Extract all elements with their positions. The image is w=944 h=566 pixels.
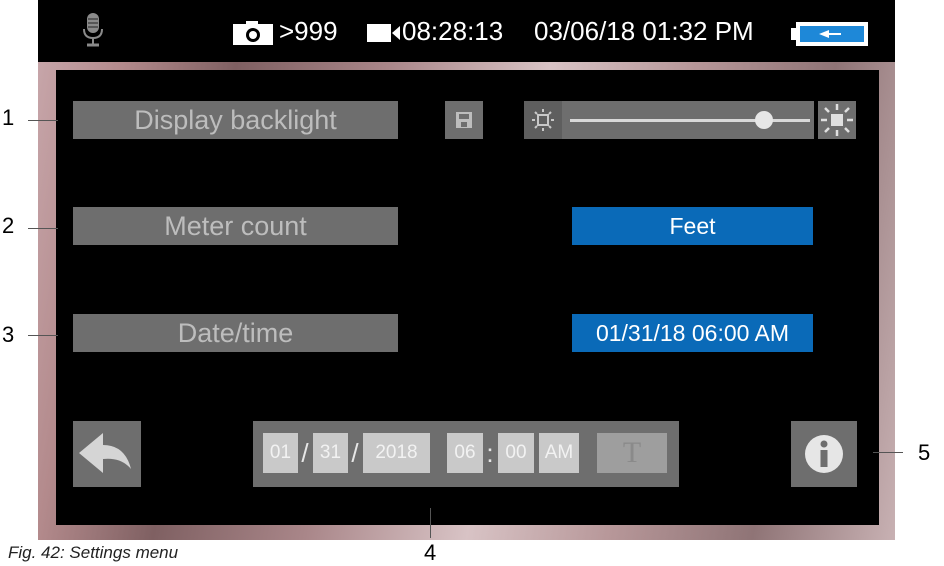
microphone-icon (83, 13, 103, 47)
info-button[interactable] (791, 421, 857, 487)
backlight-high-icon (818, 101, 856, 139)
device-display: >999 08:28:13 03/06/18 01:32 PM Display … (38, 0, 895, 540)
date-time-value[interactable]: 01/31/18 06:00 AM (572, 314, 813, 352)
figure-caption: Fig. 42: Settings menu (8, 543, 179, 562)
date-time-status: 03/06/18 01:32 PM (534, 16, 754, 46)
callout-line (873, 452, 903, 453)
callout-4: 4 (424, 540, 437, 565)
callout-line (28, 120, 58, 121)
camera-icon (233, 21, 273, 45)
date-time-label[interactable]: Date/time (73, 314, 398, 352)
date-separator: / (351, 438, 359, 468)
callout-arrow (58, 222, 72, 236)
back-button[interactable] (73, 421, 141, 487)
ampm-field[interactable]: AM (539, 433, 579, 473)
callout-line (28, 228, 58, 229)
backlight-slider[interactable] (524, 101, 814, 139)
record-time: 08:28:13 (402, 16, 504, 46)
battery-charging-icon (791, 22, 868, 46)
text-button[interactable]: T (597, 433, 667, 473)
callout-line (430, 508, 431, 538)
callout-arrow (860, 446, 874, 460)
hour-field[interactable]: 06 (447, 433, 483, 473)
video-icon (367, 24, 400, 42)
time-separator: : (486, 438, 494, 468)
day-field[interactable]: 31 (313, 433, 348, 473)
save-icon (456, 112, 472, 128)
status-bar: >999 08:28:13 03/06/18 01:32 PM (38, 0, 895, 62)
back-arrow-icon (79, 433, 131, 473)
callout-1: 1 (2, 105, 15, 130)
meter-count-label[interactable]: Meter count (73, 207, 398, 245)
date-separator: / (301, 438, 309, 468)
month-field[interactable]: 01 (263, 433, 298, 473)
photo-count: >999 (279, 16, 338, 46)
year-field[interactable]: 2018 (363, 433, 430, 473)
minute-field[interactable]: 00 (498, 433, 534, 473)
backlight-low-icon (524, 101, 562, 139)
date-time-editor: 01 / 31 / 2018 06 : 00 AM T (253, 421, 679, 487)
slider-track[interactable] (570, 119, 810, 122)
callout-arrow (424, 495, 438, 509)
display-backlight-label[interactable]: Display backlight (73, 101, 398, 139)
callout-arrow (58, 114, 72, 128)
info-icon (805, 435, 843, 473)
save-button[interactable] (445, 101, 483, 139)
slider-knob[interactable] (755, 111, 774, 129)
meter-count-value[interactable]: Feet (572, 207, 813, 245)
settings-screen: Display backlight Meter count Feet Date/… (56, 70, 879, 525)
callout-5: 5 (918, 440, 931, 465)
callout-arrow (58, 329, 72, 343)
callout-3: 3 (2, 322, 15, 347)
callout-2: 2 (2, 213, 15, 238)
callout-line (28, 335, 58, 336)
